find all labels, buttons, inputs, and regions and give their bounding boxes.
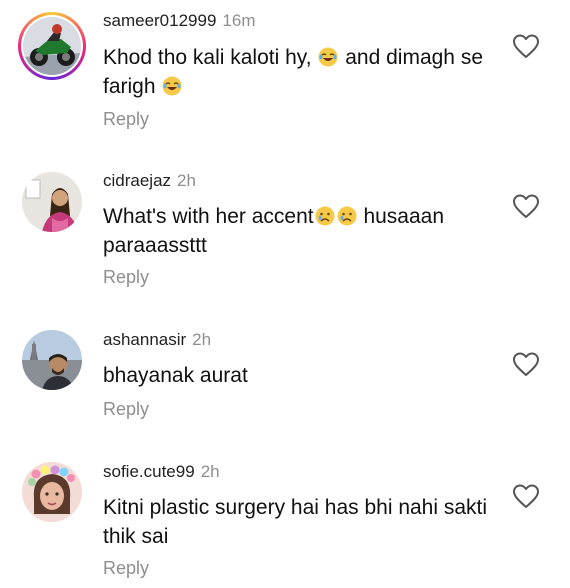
username[interactable]: cidraejaz [103,171,171,190]
like-button[interactable] [512,483,540,509]
crying-face-emoji-icon [337,206,357,226]
heart-outline-icon [513,352,539,376]
laughing-crying-emoji-icon [162,76,182,96]
like-button[interactable] [512,33,540,59]
timestamp: 2h [192,330,212,349]
profile-photo-avatar-image [22,172,82,232]
comment-meta: cidraejaz 2h [103,170,196,192]
reply-button[interactable]: Reply [103,108,149,130]
motorcycle-avatar-image [23,17,81,75]
avatar[interactable] [22,330,82,390]
timestamp: 2h [200,462,220,481]
crying-face-emoji-icon [315,206,335,226]
comment-text-part: Khod tho kali kaloti hy, [103,46,318,69]
comment-meta: sofie.cute99 2h [103,461,220,483]
comment-text-part: What's with her accent [103,205,314,228]
comment-text: What's with her accent husaaan paraaasst… [103,202,498,260]
laughing-crying-emoji-icon [318,47,338,67]
timestamp: 16m [222,11,256,30]
avatar[interactable] [18,12,86,80]
heart-outline-icon [513,484,539,508]
like-button[interactable] [512,193,540,219]
comment-meta: sameer012999 16m [103,10,256,32]
reply-button[interactable]: Reply [103,266,149,288]
like-button[interactable] [512,351,540,377]
reply-button[interactable]: Reply [103,557,149,579]
heart-outline-icon [513,34,539,58]
timestamp: 2h [177,171,196,190]
heart-outline-icon [513,194,539,218]
profile-photo-avatar-image [22,462,82,522]
username[interactable]: sofie.cute99 [103,462,195,481]
reply-button[interactable]: Reply [103,398,149,420]
username[interactable]: ashannasir [103,330,186,349]
comment-text: bhayanak aurat [103,364,248,387]
avatar[interactable] [22,462,82,522]
comment-text: Kitni plastic surgery hai has bhi nahi s… [103,496,488,548]
comment-text: Khod tho kali kaloti hy, and dimagh se f… [103,43,498,101]
profile-photo-avatar-image [22,330,82,390]
avatar[interactable] [22,172,82,232]
comment-meta: ashannasir 2h [103,329,211,351]
username[interactable]: sameer012999 [103,11,216,30]
